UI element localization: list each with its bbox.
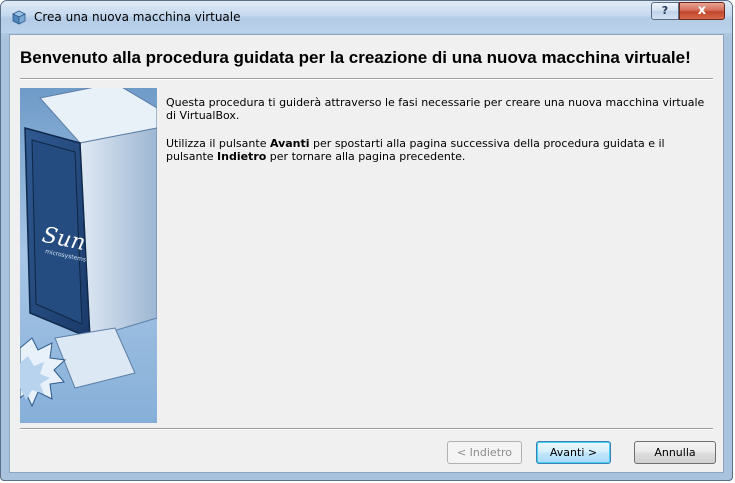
virtualbox-app-icon [12,10,26,25]
cancel-button[interactable]: Annulla [634,441,716,464]
help-icon: ? [661,4,669,17]
back-button[interactable]: < Indietro [447,441,522,464]
button-bar-divider [20,428,713,430]
heading-divider [20,78,713,80]
navigation-hint-text: Utilizza il pulsante Avanti per spostart… [166,137,706,163]
wizard-window: Crea una nuova macchina virtuale ? x Ben… [0,0,733,481]
close-button[interactable]: x [679,2,725,20]
help-button[interactable]: ? [651,2,679,20]
virtualbox-monitor-illustration: Sun microsystems [20,88,157,423]
intro-text: Questa procedura ti guiderà attraverso l… [166,96,705,122]
window-title: Crea una nuova macchina virtuale [34,10,241,24]
nav-hint-suffix: per tornare alla pagina precedente. [266,150,466,163]
next-button[interactable]: Avanti > [536,441,611,464]
title-bar[interactable]: Crea una nuova macchina virtuale ? x [1,1,732,33]
close-icon: x [697,3,707,18]
page-title: Benvenuto alla procedura guidata per la … [20,48,691,67]
wizard-page: Benvenuto alla procedura guidata per la … [9,34,724,473]
nav-hint-back-word: Indietro [217,150,267,163]
nav-hint-prefix: Utilizza il pulsante [166,137,270,150]
wizard-side-image: Sun microsystems [20,88,157,423]
nav-hint-next-word: Avanti [269,137,310,150]
